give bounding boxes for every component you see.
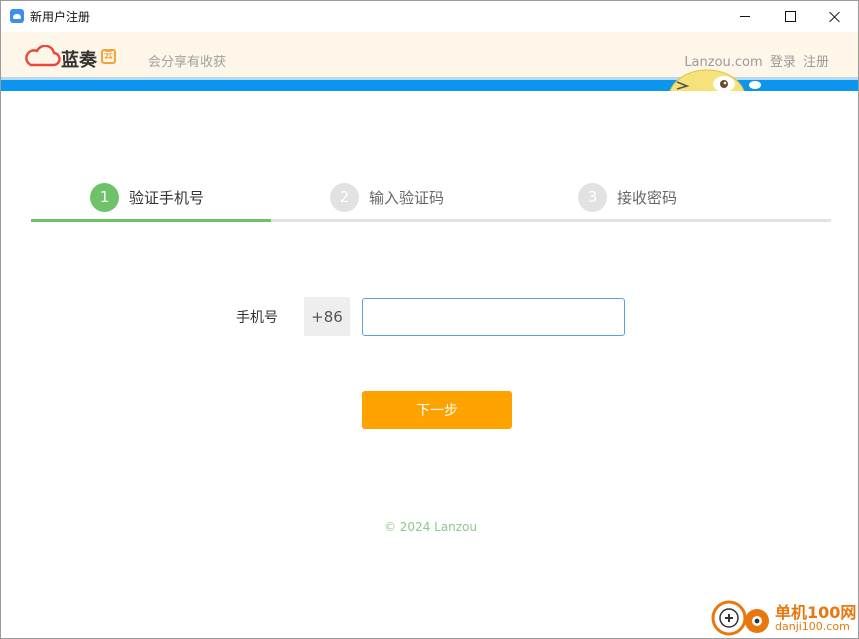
register-link[interactable]: 注册 [803, 55, 829, 70]
watermark-url: danji100.com [775, 620, 850, 633]
close-button[interactable] [812, 1, 858, 32]
maximize-button[interactable] [767, 1, 813, 32]
step-label: 接收密码 [617, 188, 678, 207]
minimize-button[interactable] [722, 1, 768, 32]
step-label: 验证手机号 [129, 188, 205, 207]
register-window: 新用户注册 蓝奏 云 会分享有收获 Lanzou.com 登录 注册 1 验证手… [0, 0, 859, 639]
lanzou-logo[interactable]: 蓝奏 云 [23, 43, 123, 71]
phone-input[interactable] [362, 298, 625, 336]
step-receive-password: 3 接收密码 [578, 182, 677, 212]
close-icon [829, 11, 841, 23]
logo-text: 蓝奏 [61, 50, 97, 71]
lanzou-cloud-logo-icon [25, 45, 61, 67]
title-bar[interactable]: 新用户注册 [1, 1, 858, 32]
danji-watermark-logo-icon [711, 600, 769, 636]
step-enter-code: 2 输入验证码 [330, 182, 444, 212]
steps-progress [31, 219, 271, 222]
logo-badge: 云 [101, 49, 116, 64]
site-watermark: 单机100网 danji100.com [709, 597, 858, 638]
step-label: 输入验证码 [369, 188, 445, 207]
country-code: +86 [304, 297, 350, 336]
mascot-illustration [669, 69, 761, 91]
step-number: 1 [90, 182, 119, 212]
registration-steps: 1 验证手机号 2 输入验证码 3 接收密码 [31, 180, 831, 223]
window-title: 新用户注册 [30, 10, 91, 24]
copyright-footer: © 2024 Lanzou [383, 520, 478, 534]
step-verify-phone: 1 验证手机号 [90, 182, 204, 212]
step-number: 3 [578, 182, 607, 212]
phone-label: 手机号 [236, 310, 278, 326]
next-step-button[interactable]: 下一步 [362, 391, 512, 429]
minimize-icon [740, 16, 750, 17]
maximize-icon [784, 11, 796, 22]
cloud-app-icon [10, 9, 24, 23]
step-number: 2 [330, 182, 359, 212]
login-link[interactable]: 登录 [770, 55, 796, 70]
tagline: 会分享有收获 [148, 55, 227, 70]
